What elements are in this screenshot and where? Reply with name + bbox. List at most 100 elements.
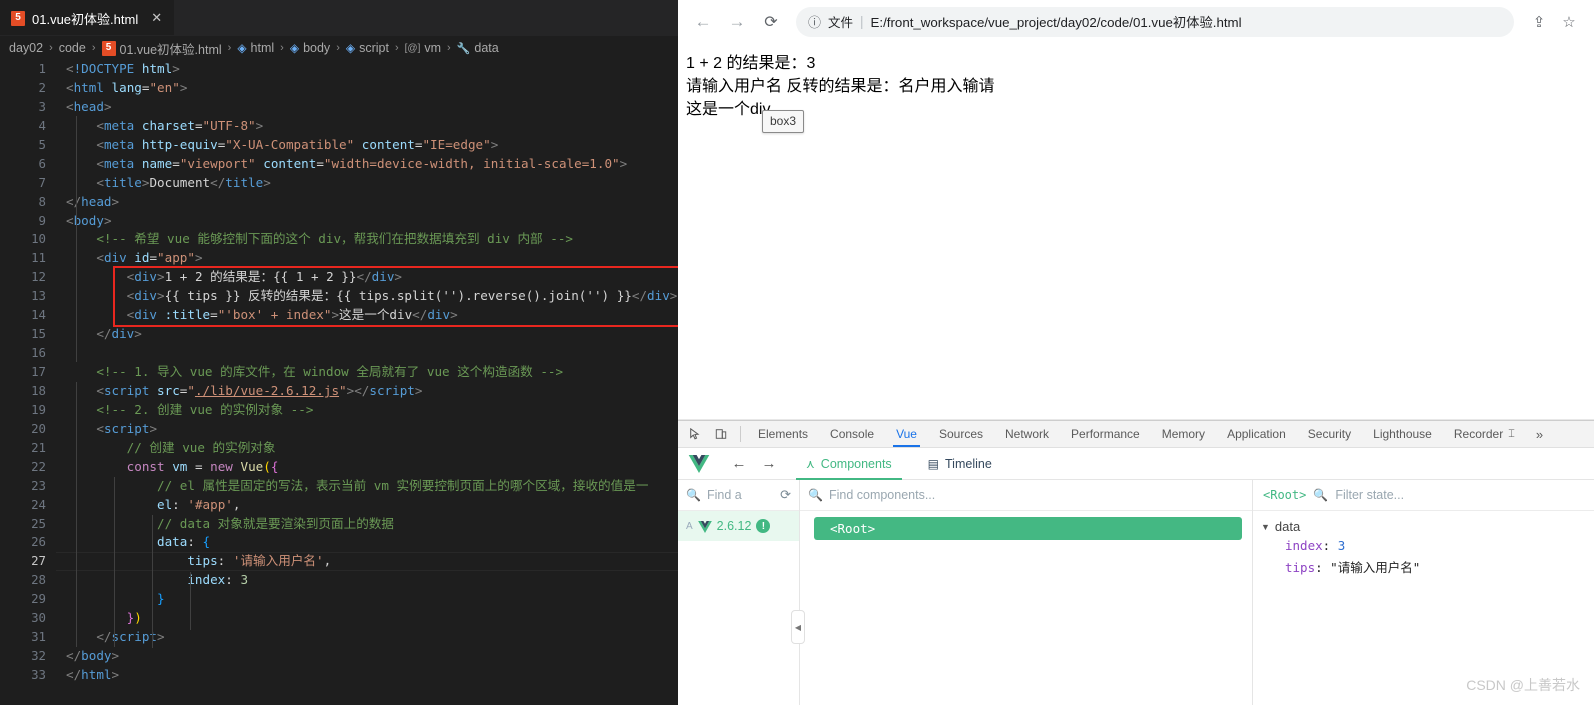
refresh-icon[interactable]: ⟳ [780, 487, 791, 503]
breadcrumb-item-file[interactable]: 5 01.vue初体验.html [101, 39, 222, 58]
line-number: 8 [38, 193, 46, 209]
vue-tab-components[interactable]: ⋏ Components [796, 448, 902, 480]
breadcrumb-item-day02[interactable]: day02 [9, 41, 43, 55]
code-line[interactable]: 2 <html lang="en"> [0, 79, 678, 98]
tab-elements[interactable]: Elements [747, 421, 819, 447]
code-line[interactable]: 29 } [0, 590, 678, 609]
code-line[interactable]: 23 // el 属性是固定的写法，表示当前 vm 实例要控制页面上的哪个区域，… [0, 477, 678, 496]
vue-back-button[interactable]: ← [724, 455, 754, 472]
code-line[interactable]: 26 data: { [0, 533, 678, 552]
code-lines: 1 <!DOCTYPE html> 2 <html lang="en"> 3 <head>… [0, 60, 678, 685]
tab-console[interactable]: Console [819, 421, 885, 447]
find-components-placeholder: Find components... [828, 488, 936, 502]
code-line[interactable]: 19 <!-- 2. 创建 vue 的实例对象 --> [0, 401, 678, 420]
code-line[interactable]: 24 el: '#app', [0, 496, 678, 515]
close-icon[interactable]: ✕ [151, 10, 162, 26]
breadcrumb-item-data[interactable]: 🔧 data [457, 41, 499, 55]
tab-application[interactable]: Application [1216, 421, 1297, 447]
line-number: 30 [31, 610, 46, 626]
line-number: 19 [31, 401, 46, 417]
html5-icon: 5 [11, 10, 25, 26]
tab-recorder[interactable]: Recorder ⌶ [1443, 421, 1526, 447]
breadcrumb-label: day02 [9, 41, 44, 55]
indent-guide [76, 382, 77, 647]
line-content: <meta charset="UTF-8"> [96, 117, 264, 133]
editor-tab[interactable]: 5 01.vue初体验.html ✕ [0, 0, 175, 35]
breadcrumb-item-code[interactable]: code [59, 41, 86, 55]
share-icon[interactable]: ⇪ [1526, 13, 1552, 31]
code-line[interactable]: 33 </html> [0, 666, 678, 685]
page-line-3[interactable]: 这是一个div [686, 98, 1594, 121]
tab-recorder-label: Recorder [1453, 427, 1504, 441]
vue-app-item[interactable]: A 2.6.12 ! [678, 511, 799, 541]
line-content: // el 属性是固定的写法，表示当前 vm 实例要控制页面上的哪个区域，接收的… [157, 477, 649, 493]
code-line[interactable]: 28 index: 3 [0, 571, 678, 590]
forward-button[interactable]: → [722, 7, 752, 37]
breadcrumb-item-script[interactable]: ◈ script [346, 41, 389, 55]
code-editor[interactable]: 1 <!DOCTYPE html> 2 <html lang="en"> 3 <head>… [0, 60, 678, 705]
filter-state-placeholder[interactable]: Filter state... [1335, 488, 1404, 502]
tab-vue[interactable]: Vue [885, 421, 928, 447]
code-line[interactable]: 25 // data 对象就是要渲染到页面上的数据 [0, 515, 678, 534]
info-icon[interactable]: ⓘ [808, 12, 821, 31]
code-line[interactable]: 10 <!-- 希望 vue 能够控制下面的这个 div，帮我们在把数据填充到 … [0, 230, 678, 249]
code-line[interactable]: 12 <div>1 + 2 的结果是：{{ 1 + 2 }}</div> [0, 268, 678, 287]
more-tabs-icon[interactable]: » [1528, 427, 1551, 442]
tab-lighthouse[interactable]: Lighthouse [1362, 421, 1443, 447]
code-line[interactable]: 13 <div>{{ tips }} 反转的结果是：{{ tips.split(… [0, 287, 678, 306]
component-node-root[interactable]: <Root> [814, 517, 1242, 540]
code-line[interactable]: 15 </div> [0, 325, 678, 344]
address-bar[interactable]: ⓘ 文件 | E:/front_workspace/vue_project/da… [796, 6, 1514, 37]
breadcrumb-label: body [303, 41, 331, 55]
vue-tab-timeline[interactable]: ▤ Timeline [918, 448, 1002, 479]
code-line[interactable]: 3 <head> [0, 98, 678, 117]
code-line[interactable]: 9 <body> [0, 212, 678, 231]
wrench-icon: 🔧 [456, 42, 471, 55]
code-line[interactable]: 20 <script> [0, 420, 678, 439]
back-button[interactable]: ← [688, 7, 718, 37]
code-line[interactable]: 14 <div :title="'box' + index">这是一个div</… [0, 306, 678, 325]
code-line[interactable]: 5 <meta http-equiv="X-UA-Compatible" con… [0, 136, 678, 155]
collapse-left-icon[interactable]: ◀ [791, 610, 805, 644]
code-line[interactable]: 21 // 创建 vue 的实例对象 [0, 439, 678, 458]
code-line[interactable]: 6 <meta name="viewport" content="width=d… [0, 155, 678, 174]
line-number: 18 [31, 382, 46, 398]
breadcrumb-item-html[interactable]: ◈ html [237, 41, 274, 55]
find-components-search[interactable]: 🔍 Find components... [800, 480, 1252, 511]
code-line[interactable]: 1 <!DOCTYPE html> [0, 60, 678, 79]
code-line[interactable]: 27 tips: '请输入用户名', [0, 552, 678, 572]
line-content: }) [126, 610, 142, 626]
line-number: 14 [31, 307, 46, 323]
code-line[interactable]: 22 const vm = new Vue({ [0, 458, 678, 477]
inspect-icon[interactable] [682, 422, 708, 446]
line-number: 27 [31, 553, 46, 569]
code-line[interactable]: 4 <meta charset="UTF-8"> [0, 117, 678, 136]
code-line[interactable]: 17 <!-- 1. 导入 vue 的库文件，在 window 全局就有了 vu… [0, 363, 678, 382]
line-content: <div id="app"> [96, 250, 203, 266]
screen: 5 01.vue初体验.html ✕ day02 › code › 5 01.v… [0, 0, 1594, 705]
line-number: 9 [38, 212, 46, 228]
line-content: </html> [66, 667, 120, 682]
breadcrumb-item-body[interactable]: ◈ body [290, 41, 330, 55]
tab-sources[interactable]: Sources [928, 421, 994, 447]
caret-down-icon[interactable]: ▼ [1261, 522, 1270, 532]
code-line[interactable]: 16 [0, 344, 678, 363]
code-line[interactable]: 11 <div id="app"> [0, 249, 678, 268]
state-group-data[interactable]: ▼ data [1261, 519, 1594, 534]
star-icon[interactable]: ☆ [1556, 13, 1582, 31]
vue-forward-button[interactable]: → [754, 455, 784, 472]
code-line[interactable]: 7 <title>Document</title> [0, 174, 678, 193]
breadcrumb-item-vm[interactable]: [@] vm [405, 41, 441, 55]
tab-performance[interactable]: Performance [1060, 421, 1151, 447]
tab-security[interactable]: Security [1297, 421, 1362, 447]
code-line[interactable]: 31 </script> [0, 628, 678, 647]
code-line[interactable]: 32 </body> [0, 647, 678, 666]
tab-network[interactable]: Network [994, 421, 1060, 447]
find-app-search[interactable]: 🔍 Find a ⟳ [678, 480, 799, 511]
tab-memory[interactable]: Memory [1151, 421, 1216, 447]
code-line[interactable]: 18 <script src="./lib/vue-2.6.12.js"></s… [0, 382, 678, 401]
device-toggle-icon[interactable] [708, 422, 734, 446]
reload-button[interactable]: ⟳ [756, 7, 786, 37]
code-line[interactable]: 30 }) [0, 609, 678, 628]
code-line[interactable]: 8 </head> [0, 193, 678, 212]
